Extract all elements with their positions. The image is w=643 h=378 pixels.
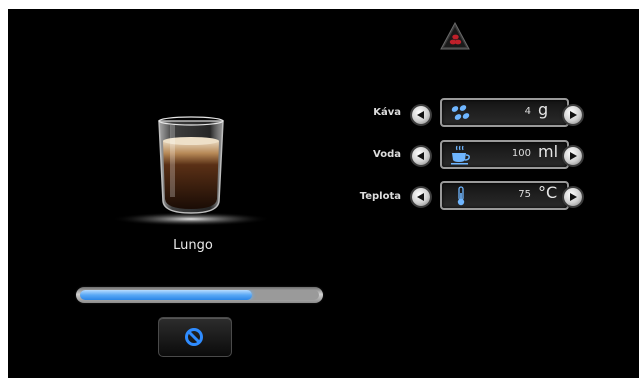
cancel-button[interactable] [158, 317, 232, 357]
progress-track [80, 290, 319, 300]
water-amount-label: Voda [373, 149, 401, 160]
machine-display: Lungo Káva 4 g Voda 100 ml Teplota 75 °C [8, 9, 639, 378]
water-amount-unit: ml [538, 142, 559, 161]
lungo-cup-image [111, 116, 271, 226]
arrow-right-icon [570, 152, 577, 160]
coffee-amount-value: 4 [524, 106, 531, 117]
progress-fill [80, 290, 253, 300]
drink-name: Lungo [173, 238, 213, 253]
cancel-icon [185, 328, 203, 346]
temperature-unit: °C [538, 183, 558, 202]
temperature-increase-button[interactable] [564, 188, 582, 206]
coffee-amount-label: Káva [373, 107, 401, 118]
coffee-beans-icon [451, 105, 470, 120]
arrow-right-icon [570, 111, 577, 119]
water-increase-button[interactable] [564, 147, 582, 165]
temperature-display: 75 °C [440, 181, 569, 210]
temperature-value: 75 [518, 189, 531, 200]
temperature-decrease-button[interactable] [412, 188, 430, 206]
water-decrease-button[interactable] [412, 147, 430, 165]
water-cup-icon [451, 145, 470, 165]
temperature-label: Teplota [359, 191, 401, 202]
coffee-decrease-button[interactable] [412, 106, 430, 124]
water-amount-value: 100 [511, 148, 531, 159]
coffee-amount-display: 4 g [440, 98, 569, 127]
coffee-beans-warning-icon[interactable] [440, 22, 470, 50]
coffee-amount-unit: g [538, 100, 549, 119]
brew-progress-bar [76, 287, 323, 303]
coffee-increase-button[interactable] [564, 106, 582, 124]
arrow-right-icon [570, 193, 577, 201]
arrow-left-icon [417, 111, 424, 119]
arrow-left-icon [417, 152, 424, 160]
thermometer-icon [457, 186, 465, 206]
water-amount-display: 100 ml [440, 140, 569, 169]
arrow-left-icon [417, 193, 424, 201]
